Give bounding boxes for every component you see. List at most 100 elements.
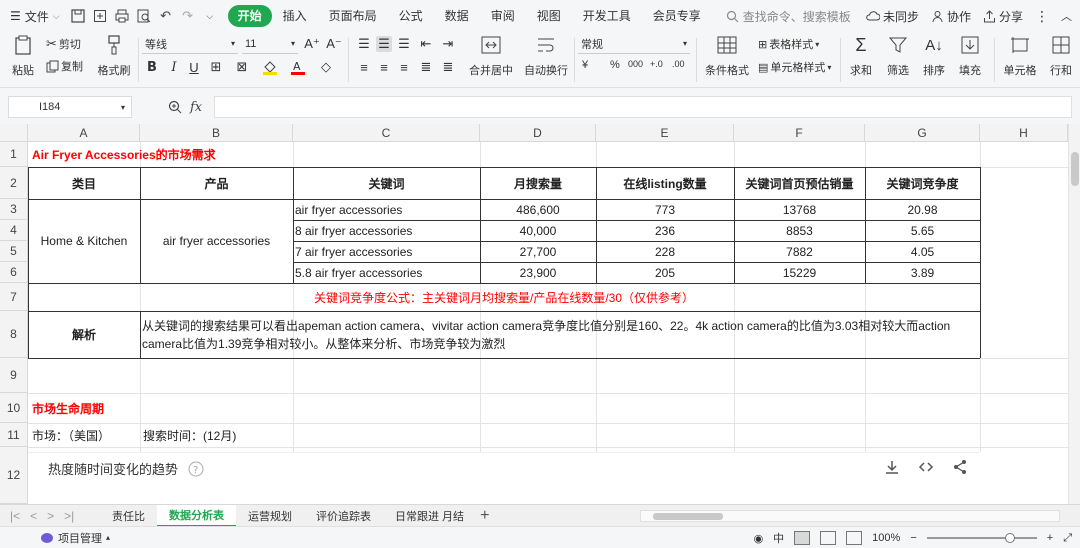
market-label[interactable]: 市场：（美国） <box>30 423 140 447</box>
cells-button[interactable]: 单元格 <box>1000 34 1040 78</box>
category-cell[interactable]: Home & Kitchen <box>28 199 140 283</box>
first-sheet-icon[interactable]: |< <box>10 509 20 523</box>
font-name-select[interactable]: 等线 ▾ <box>142 34 238 54</box>
horizontal-scroll-thumb[interactable] <box>653 513 723 520</box>
competition-cell[interactable]: 4.05 <box>865 241 980 262</box>
add-sheet-icon[interactable]: + <box>480 507 489 525</box>
listing-count-cell[interactable]: 773 <box>596 199 734 220</box>
collapse-ribbon-icon[interactable]: ︿ <box>1061 8 1072 24</box>
border-icon[interactable]: ⊞ <box>208 59 224 75</box>
code-icon[interactable] <box>918 459 934 475</box>
sheet-tab[interactable]: 运营规划 <box>236 505 304 527</box>
sheet-tab-active[interactable]: 数据分析表 <box>157 504 236 527</box>
font-color-icon[interactable]: A <box>290 59 306 75</box>
zoom-out-icon[interactable]: − <box>910 532 916 544</box>
last-sheet-icon[interactable]: >| <box>64 509 74 523</box>
share-button[interactable]: 分享 <box>983 8 1023 25</box>
formula-note[interactable]: 关键词竞争度公式：主关键词月均搜索量/产品在线数量/30（仅供参考） <box>28 283 980 311</box>
prev-sheet-icon[interactable]: < <box>30 509 37 523</box>
file-menu[interactable]: ☰ 文件 ⌵ <box>10 8 60 25</box>
analysis-label[interactable]: 解析 <box>28 311 140 358</box>
currency-button[interactable]: ¥ <box>582 59 588 71</box>
input-mode[interactable]: 中 <box>773 530 784 546</box>
print-icon[interactable] <box>114 8 130 24</box>
header-listing-count[interactable]: 在线listing数量 <box>596 167 734 199</box>
tab-view[interactable]: 视图 <box>526 5 572 27</box>
lifecycle-title[interactable]: 市场生命周期 <box>30 393 230 423</box>
row-header-4[interactable]: 4 <box>0 220 28 241</box>
zoom-formula-icon[interactable] <box>168 100 182 114</box>
column-header-b[interactable]: B <box>140 124 293 142</box>
page-break-view-icon[interactable] <box>846 531 863 545</box>
decimal-decrease-button[interactable]: .00 <box>672 59 685 69</box>
tab-formulas[interactable]: 公式 <box>388 5 434 27</box>
keyword-cell[interactable]: 8 air fryer accessories <box>293 220 480 241</box>
estimated-sales-cell[interactable]: 7882 <box>734 241 865 262</box>
distributed-icon[interactable]: ≣ <box>440 59 456 75</box>
zoom-level[interactable]: 100% <box>872 532 900 544</box>
align-top-icon[interactable]: ☰ <box>356 36 372 52</box>
align-bottom-icon[interactable]: ☰ <box>396 36 412 52</box>
product-cell[interactable]: air fryer accessories <box>140 199 293 283</box>
sheet-title[interactable]: Air Fryer Accessories的市场需求 <box>30 142 430 167</box>
competition-cell[interactable]: 3.89 <box>865 262 980 283</box>
column-header-a[interactable]: A <box>28 124 140 142</box>
eraser-icon[interactable]: ◇ <box>318 59 334 75</box>
tab-home[interactable]: 开始 <box>227 5 272 27</box>
header-estimated-sales[interactable]: 关键词首页预估销量 <box>734 167 865 199</box>
listing-count-cell[interactable]: 236 <box>596 220 734 241</box>
format-painter-button[interactable]: 格式刷 <box>96 34 132 78</box>
table-style-button[interactable]: ⊞ 表格样式 ▾ <box>758 36 819 52</box>
vertical-scroll-thumb[interactable] <box>1071 152 1079 186</box>
header-competition[interactable]: 关键词竞争度 <box>865 167 980 199</box>
search-volume-cell[interactable]: 40,000 <box>480 220 596 241</box>
export-icon[interactable] <box>92 8 108 24</box>
listing-count-cell[interactable]: 205 <box>596 262 734 283</box>
analysis-text[interactable]: 从关键词的搜索结果可以看出apeman action camera、vivita… <box>140 311 980 358</box>
keyword-cell[interactable]: air fryer accessories <box>293 199 480 220</box>
sheet-tab[interactable]: 日常跟进 月结 <box>383 505 476 527</box>
cut-button[interactable]: ✂ 剪切 <box>46 36 81 52</box>
row-header-9[interactable]: 9 <box>0 358 28 393</box>
row-header-3[interactable]: 3 <box>0 199 28 220</box>
row-header-8[interactable]: 8 <box>0 311 28 358</box>
tab-review[interactable]: 审阅 <box>480 5 526 27</box>
wrap-text-button[interactable]: 自动换行 <box>520 34 572 78</box>
horizontal-scrollbar[interactable] <box>640 510 1060 522</box>
trend-chart-panel[interactable]: 热度随时间变化的趋势 ? <box>28 452 980 504</box>
row-header-6[interactable]: 6 <box>0 262 28 283</box>
quick-access-dropdown-icon[interactable]: ⌵ <box>202 8 218 24</box>
save-icon[interactable] <box>70 8 86 24</box>
row-header-11[interactable]: 11 <box>0 423 28 447</box>
thousands-button[interactable]: 000 <box>628 59 643 69</box>
fill-color-icon[interactable] <box>262 59 278 75</box>
select-all-corner[interactable] <box>0 124 28 142</box>
tab-developer[interactable]: 开发工具 <box>572 5 642 27</box>
column-header-g[interactable]: G <box>865 124 980 142</box>
column-header-f[interactable]: F <box>734 124 865 142</box>
align-left-icon[interactable]: ≡ <box>356 59 372 75</box>
print-preview-icon[interactable] <box>136 8 152 24</box>
indent-decrease-icon[interactable]: ⇤ <box>418 36 434 52</box>
search-volume-cell[interactable]: 27,700 <box>480 241 596 262</box>
align-middle-icon[interactable]: ☰ <box>376 36 392 52</box>
sync-status[interactable]: 未同步 <box>865 8 919 25</box>
conditional-format-button[interactable]: 条件格式 <box>700 34 754 78</box>
vertical-scrollbar[interactable] <box>1068 124 1080 504</box>
tab-data[interactable]: 数据 <box>434 5 480 27</box>
align-center-icon[interactable]: ≡ <box>376 59 392 75</box>
italic-icon[interactable]: I <box>166 59 182 75</box>
fill-button[interactable]: 填充 <box>954 34 986 78</box>
next-sheet-icon[interactable]: > <box>47 509 54 523</box>
number-format-select[interactable]: 常规 ▾ <box>578 34 690 54</box>
row-header-12[interactable]: 12 <box>0 447 28 504</box>
row-header-5[interactable]: 5 <box>0 241 28 262</box>
bold-icon[interactable]: B <box>144 59 160 75</box>
font-size-select[interactable]: 11 ▾ <box>242 34 298 54</box>
copy-button[interactable]: 复制 <box>46 58 83 74</box>
header-keyword[interactable]: 关键词 <box>293 167 480 199</box>
rows-cols-button[interactable]: 行和 <box>1046 34 1076 78</box>
tab-member[interactable]: 会员专享 <box>642 5 712 27</box>
search-volume-cell[interactable]: 23,900 <box>480 262 596 283</box>
competition-cell[interactable]: 5.65 <box>865 220 980 241</box>
